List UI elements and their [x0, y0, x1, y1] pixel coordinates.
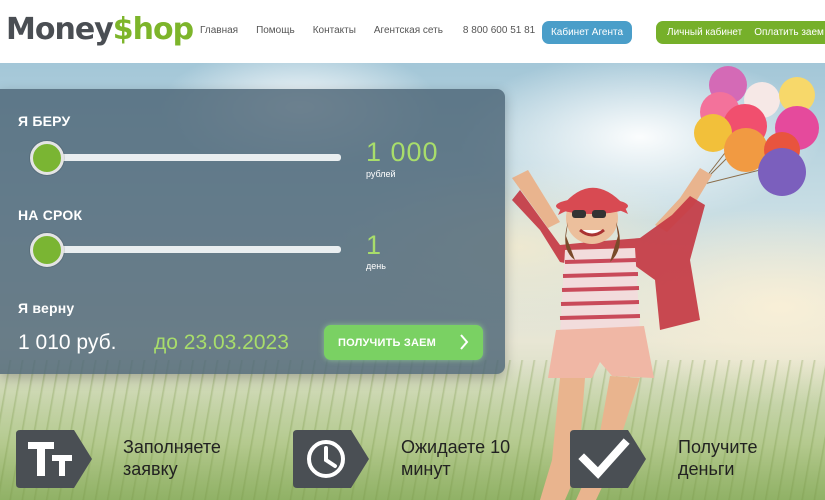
text-icon — [16, 430, 92, 488]
nav-contacts[interactable]: Контакты — [313, 25, 356, 36]
chevron-right-icon — [460, 334, 469, 350]
agent-cabinet-button[interactable]: Кабинет Агента — [542, 21, 632, 44]
step1-line2: заявку — [123, 459, 178, 479]
logo-money: Money — [6, 12, 114, 47]
amount-label: Я БЕРУ — [18, 113, 71, 129]
amount-value: 1 000 — [366, 137, 439, 167]
step2-line1: Ожидаете 10 — [401, 437, 511, 457]
step3-text: Получите деньги — [678, 436, 758, 480]
get-loan-button[interactable]: ПОЛУЧИТЬ ЗАЕМ — [324, 325, 483, 360]
logo-dollar: $ — [112, 12, 134, 47]
checkmark-icon — [570, 430, 646, 488]
site-header: Money$hop Главная Помощь Контакты Агентс… — [0, 0, 825, 63]
return-date: до 23.03.2023 — [154, 331, 289, 354]
step1-text: Заполняете заявку — [123, 436, 221, 480]
amount-slider-track[interactable] — [48, 154, 341, 161]
term-slider-track[interactable] — [48, 246, 341, 253]
nav-home[interactable]: Главная — [200, 25, 238, 36]
amount-slider-handle[interactable] — [30, 141, 64, 175]
amount-unit: рублей — [366, 169, 396, 179]
logo-shop: hop — [132, 12, 194, 47]
nav-agent-network[interactable]: Агентская сеть — [374, 25, 443, 36]
return-sum: 1 010 руб. — [18, 331, 117, 354]
step2-text: Ожидаете 10 минут — [401, 436, 510, 480]
phone-number[interactable]: 8 800 600 51 81 — [463, 25, 535, 36]
loan-calculator: Я БЕРУ 1 000 рублей НА СРОК 1 день Я вер… — [0, 89, 505, 374]
term-slider-handle[interactable] — [30, 233, 64, 267]
get-loan-label: ПОЛУЧИТЬ ЗАЕМ — [338, 336, 437, 349]
personal-cabinet-button[interactable]: Личный кабинет — [656, 27, 742, 38]
clock-icon — [293, 430, 369, 488]
balloons — [694, 66, 819, 196]
account-button-group: Личный кабинет Оплатить заем — [656, 21, 825, 44]
term-unit: день — [366, 261, 386, 271]
pay-loan-button[interactable]: Оплатить заем — [754, 27, 824, 38]
return-label: Я верну — [18, 300, 75, 316]
step3-line2: деньги — [678, 459, 735, 479]
step2-line2: минут — [401, 459, 451, 479]
nav-help[interactable]: Помощь — [256, 25, 295, 36]
step1-line1: Заполняете — [123, 437, 221, 457]
main-nav: Главная Помощь Контакты Агентская сеть 8… — [200, 25, 553, 36]
step3-line1: Получите — [678, 437, 758, 457]
logo[interactable]: Money$hop — [6, 12, 194, 48]
term-label: НА СРОК — [18, 207, 83, 223]
term-value: 1 — [366, 230, 383, 260]
